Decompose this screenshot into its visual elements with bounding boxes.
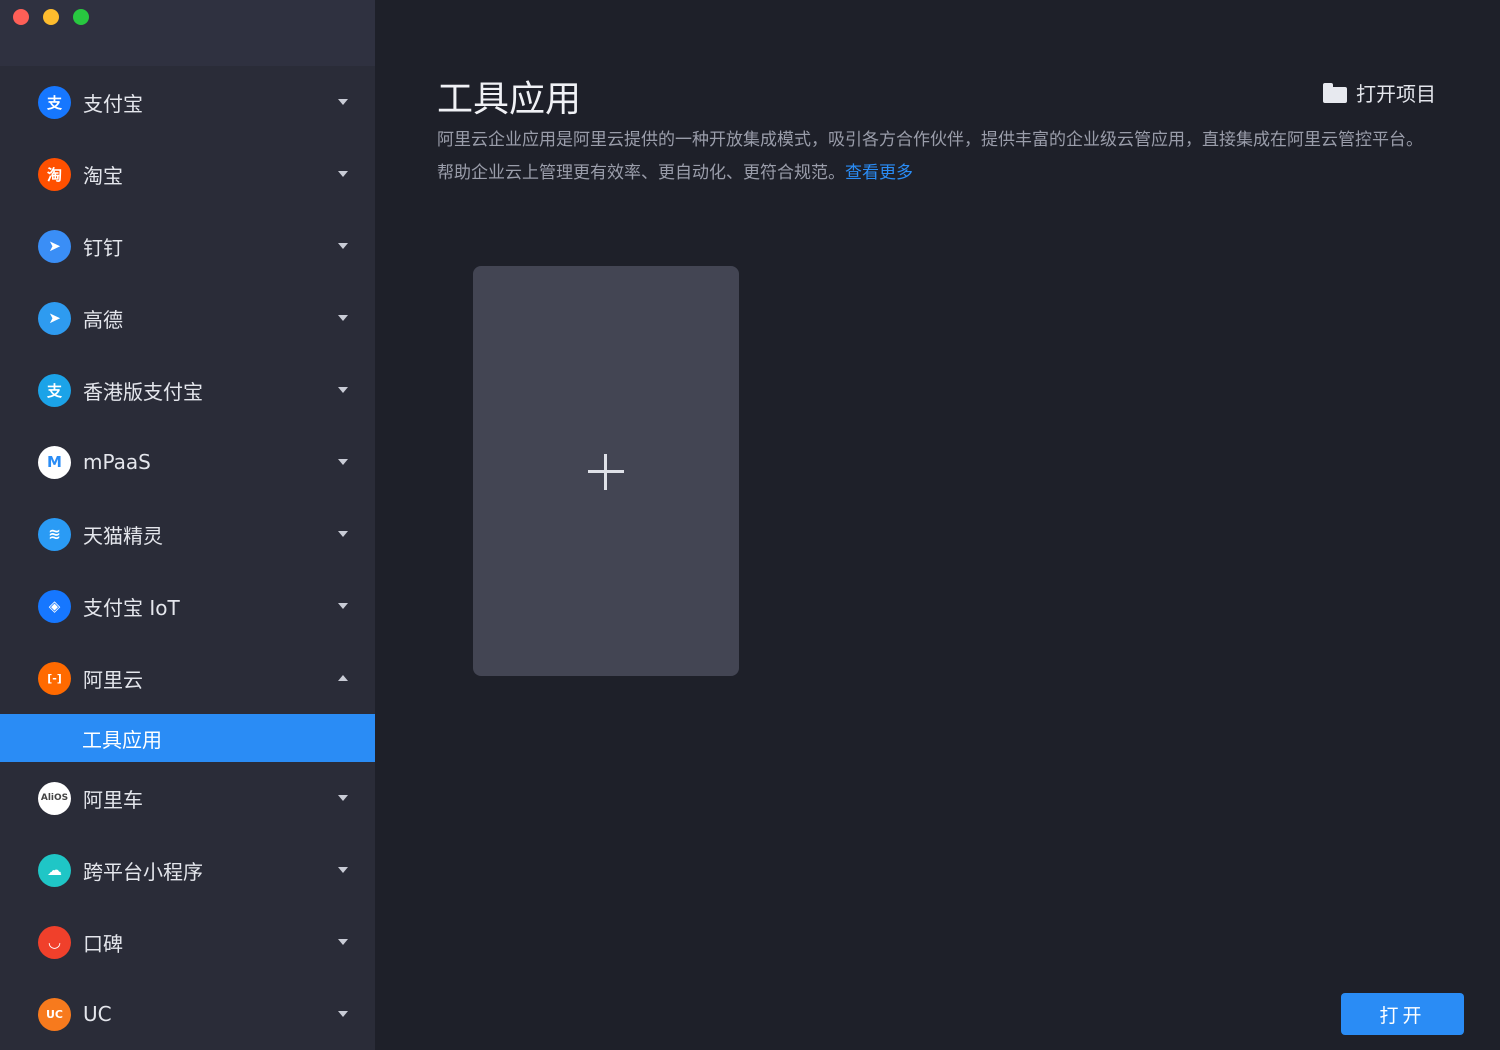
alipay-icon: 支: [38, 85, 71, 119]
koubei-icon: ◡: [38, 925, 71, 959]
chevron-down-icon[interactable]: [338, 531, 348, 537]
chevron-up-icon[interactable]: [338, 675, 348, 681]
chevron-down-icon[interactable]: [338, 939, 348, 945]
cross-platform-icon: ☁: [38, 853, 71, 887]
chevron-down-icon[interactable]: [338, 243, 348, 249]
alipay-hk-icon: 支: [38, 373, 71, 407]
sidebar-item[interactable]: ◡ 口碑: [0, 906, 375, 978]
chevron-down-icon[interactable]: [338, 795, 348, 801]
alios-icon: AliOS: [38, 781, 71, 815]
main-panel: 工具应用 打开项目 阿里云企业应用是阿里云提供的一种开放集成模式，吸引各方合作伙…: [375, 0, 1500, 1050]
sidebar-item[interactable]: ➤ 钉钉: [0, 210, 375, 282]
alipay-iot-icon: ◈: [38, 589, 71, 623]
mpaas-icon: M: [38, 445, 71, 479]
sidebar-item-label: 阿里车: [83, 787, 143, 812]
sidebar-item[interactable]: ➤ 高德: [0, 282, 375, 354]
sidebar-item[interactable]: 支香港版支付宝: [0, 354, 375, 426]
uc-icon: UC: [38, 997, 71, 1031]
sidebar-item-label: 支付宝 IoT: [83, 595, 180, 620]
folder-icon: [1323, 82, 1347, 103]
sidebar-item[interactable]: 淘淘宝: [0, 138, 375, 210]
app-window: 支支付宝淘淘宝 ➤ 钉钉 ➤ 高德支香港版支付宝 MmPaaS ≋ 天猫精灵 ◈ 支付宝 IoT[…: [0, 0, 1500, 1050]
open-button[interactable]: 打开: [1341, 993, 1464, 1035]
sidebar-item-label: 香港版支付宝: [83, 379, 203, 404]
open-project-button[interactable]: 打开项目: [1323, 78, 1436, 107]
sidebar-item-label: 阿里云: [83, 667, 143, 692]
description: 阿里云企业应用是阿里云提供的一种开放集成模式，吸引各方合作伙伴，提供丰富的企业级…: [437, 124, 1437, 190]
chevron-down-icon[interactable]: [338, 99, 348, 105]
sidebar-item[interactable]: [-] 阿里云: [0, 642, 375, 714]
sidebar-item-label: 口碑: [83, 931, 123, 956]
open-project-label: 打开项目: [1356, 82, 1436, 106]
template-category-list: 支支付宝淘淘宝 ➤ 钉钉 ➤ 高德支香港版支付宝 MmPaaS ≋ 天猫精灵 ◈ 支付宝 IoT[…: [0, 66, 375, 1050]
sidebar-item[interactable]: ☁ 跨平台小程序: [0, 834, 375, 906]
sidebar-item[interactable]: AliOS 阿里车: [0, 762, 375, 834]
sidebar-item-label: 支付宝: [83, 91, 143, 116]
chevron-down-icon[interactable]: [338, 171, 348, 177]
sidebar-subitem-label: 工具应用: [82, 727, 162, 752]
zoom-window-button[interactable]: [73, 9, 89, 25]
sidebar-item[interactable]: UC UC: [0, 978, 375, 1050]
chevron-down-icon[interactable]: [338, 315, 348, 321]
sidebar-subitem-active[interactable]: 工具应用: [0, 714, 375, 762]
sidebar-item[interactable]: 支支付宝: [0, 66, 375, 138]
plus-icon-vertical: [604, 454, 607, 490]
description-text: 阿里云企业应用是阿里云提供的一种开放集成模式，吸引各方合作伙伴，提供丰富的企业级…: [437, 130, 1423, 183]
title-bar: [0, 0, 375, 66]
chevron-down-icon[interactable]: [338, 867, 348, 873]
add-template-card[interactable]: [473, 266, 739, 676]
sidebar-item-label: 跨平台小程序: [83, 859, 203, 884]
sidebar: 支支付宝淘淘宝 ➤ 钉钉 ➤ 高德支香港版支付宝 MmPaaS ≋ 天猫精灵 ◈ 支付宝 IoT[…: [0, 0, 375, 1050]
sidebar-item-label: 淘宝: [83, 163, 123, 188]
sidebar-item-label: 钉钉: [83, 235, 123, 260]
learn-more-link[interactable]: 查看更多: [845, 163, 913, 183]
chevron-down-icon[interactable]: [338, 459, 348, 465]
sidebar-item-label: 高德: [83, 307, 123, 332]
tmall-genie-icon: ≋: [38, 517, 71, 551]
page-title: 工具应用: [437, 79, 582, 120]
sidebar-item[interactable]: ◈ 支付宝 IoT: [0, 570, 375, 642]
sidebar-item-label: UC: [83, 1002, 112, 1026]
sidebar-item-label: 天猫精灵: [83, 523, 163, 548]
close-window-button[interactable]: [13, 9, 29, 25]
taobao-icon: 淘: [38, 157, 71, 191]
dingtalk-icon: ➤: [38, 229, 71, 263]
amap-icon: ➤: [38, 301, 71, 335]
aliyun-icon: [-]: [38, 661, 71, 695]
chevron-down-icon[interactable]: [338, 1011, 348, 1017]
minimize-window-button[interactable]: [43, 9, 59, 25]
sidebar-item[interactable]: MmPaaS: [0, 426, 375, 498]
chevron-down-icon[interactable]: [338, 387, 348, 393]
sidebar-item[interactable]: ≋ 天猫精灵: [0, 498, 375, 570]
sidebar-item-label: mPaaS: [83, 450, 151, 474]
chevron-down-icon[interactable]: [338, 603, 348, 609]
